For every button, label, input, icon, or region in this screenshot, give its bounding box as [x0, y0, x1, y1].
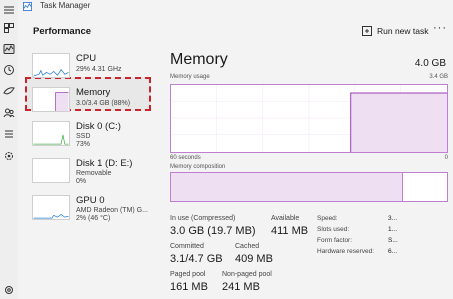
paged-pool-value: 161 MB [170, 281, 208, 293]
form-factor-label: Form factor: [317, 237, 353, 244]
memory-thumbnail-graph [32, 87, 70, 112]
run-new-task-label: Run new task [377, 26, 429, 36]
available-value: 411 MB [271, 225, 309, 237]
services-icon[interactable] [3, 150, 15, 162]
time-range-label: 60 seconds [170, 155, 201, 161]
disk-1-thumbnail-graph [32, 158, 70, 183]
item-name: GPU 0 [76, 195, 105, 206]
in-use-segment [171, 173, 403, 201]
list-item-memory[interactable]: Memory 3.0/3.4 GB (88%) [30, 83, 150, 117]
slots-used-label: Slots used: [317, 226, 350, 233]
run-new-task-button[interactable]: Run new task [362, 23, 429, 39]
item-name: CPU [76, 53, 97, 64]
item-detail: 29% 4.31 GHz [76, 66, 122, 73]
item-detail-2: 2% (46 °C) [76, 215, 111, 222]
list-item-gpu-0[interactable]: GPU 0 AMD Radeon (TM) G... 2% (46 °C) [30, 191, 150, 225]
title-bar: Task Manager [18, 0, 453, 14]
committed-label: Committed [170, 243, 204, 250]
app-title: Task Manager [40, 1, 91, 10]
page-title: Performance [33, 26, 92, 37]
settings-icon[interactable] [3, 284, 15, 296]
item-name: Memory [76, 87, 111, 98]
cpu-thumbnail-graph [32, 53, 70, 78]
hamburger-icon[interactable] [3, 4, 15, 16]
list-item-disk-1[interactable]: Disk 1 (D: E:) Removable 0% [30, 154, 150, 188]
users-icon[interactable] [3, 107, 15, 119]
slots-used-value: 1... [388, 226, 398, 233]
item-detail-2: 0% [76, 178, 87, 185]
history-icon[interactable] [3, 64, 15, 76]
committed-value: 3.1/4.7 GB [170, 253, 223, 265]
memory-usage-area [350, 93, 447, 152]
speed-label: Speed: [317, 215, 338, 222]
cached-label: Cached [235, 243, 260, 250]
in-use-value: 3.0 GB (19.7 MB) [170, 225, 256, 237]
list-item-cpu[interactable]: CPU 29% 4.31 GHz [30, 49, 150, 83]
memory-usage-max: 3.4 GB [429, 74, 448, 80]
memory-detail-panel: Memory 4.0 GB Memory usage 3.4 GB 60 sec… [168, 44, 453, 299]
speed-value: 3... [388, 215, 398, 222]
item-detail: Removable [76, 170, 112, 177]
memory-composition-label: Memory composition [170, 164, 226, 170]
in-use-label: In use (Compressed) [170, 215, 236, 222]
gpu-thumbnail-graph [32, 195, 70, 220]
header: Performance Run new task ··· [18, 18, 453, 44]
item-detail: SSD [76, 133, 91, 140]
disk-0-thumbnail-graph [32, 121, 70, 146]
memory-title: Memory [170, 51, 228, 68]
processes-icon[interactable] [3, 22, 15, 34]
memory-usage-graph [170, 84, 448, 153]
hardware-reserved-label: Hardware reserved: [317, 248, 375, 255]
list-item-disk-0[interactable]: Disk 0 (C:) SSD 73% [30, 117, 150, 151]
more-options-button[interactable]: ··· [433, 22, 447, 34]
task-manager-app-icon [23, 2, 32, 11]
cached-value: 409 MB [235, 253, 273, 265]
non-paged-pool-label: Non-paged pool [222, 271, 272, 278]
details-icon[interactable] [3, 128, 15, 140]
item-detail-2: 73% [76, 141, 91, 148]
resource-list: CPU 29% 4.31 GHz Memory 3.0/3.4 GB (88%)… [26, 46, 154, 299]
item-detail: 3.0/3.4 GB (88%) [76, 100, 131, 107]
memory-total: 4.0 GB [414, 58, 446, 69]
navigation-rail [0, 0, 18, 299]
startup-icon[interactable] [3, 85, 15, 97]
memory-usage-label: Memory usage [170, 74, 210, 80]
item-detail: AMD Radeon (TM) G... [76, 207, 148, 214]
item-name: Disk 0 (C:) [76, 121, 121, 132]
performance-icon[interactable] [3, 43, 15, 55]
form-factor-value: S... [388, 237, 398, 244]
memory-composition-bar [170, 172, 448, 202]
paged-pool-label: Paged pool [170, 271, 206, 278]
run-task-icon [362, 26, 372, 36]
graph-zero-label: 0 [444, 155, 448, 161]
item-name: Disk 1 (D: E:) [76, 158, 133, 169]
non-paged-pool-value: 241 MB [222, 281, 260, 293]
hardware-reserved-value: 6... [388, 248, 398, 255]
available-label: Available [271, 215, 300, 222]
